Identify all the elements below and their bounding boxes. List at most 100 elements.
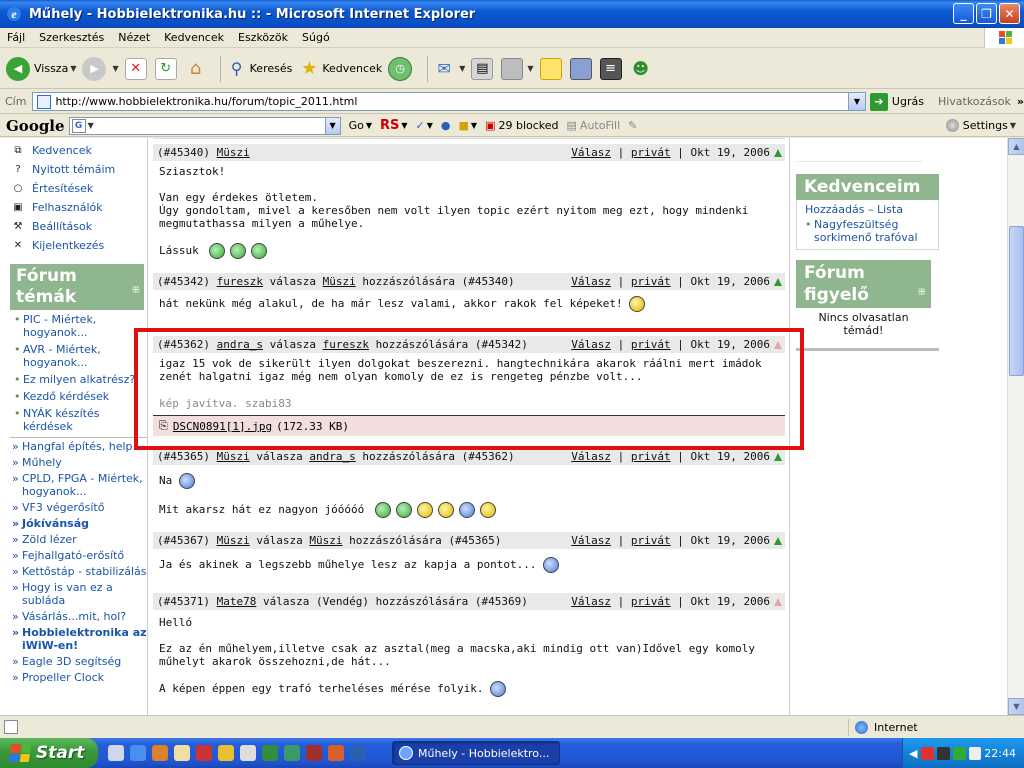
attachment-link[interactable]: DSCN0891[1].jpg — [173, 420, 272, 433]
forum-link[interactable]: Fejhallgató-erősítő — [10, 549, 147, 562]
back-button[interactable]: ◀ Vissza ▼ — [6, 56, 76, 81]
user-menu-notifications[interactable]: ○ Értesítések — [0, 179, 147, 198]
forum-link[interactable]: Jókívánság — [10, 517, 147, 530]
forum-link[interactable]: Műhely — [10, 456, 147, 469]
close-button[interactable]: ✕ — [999, 3, 1020, 24]
settings-quicklaunch-icon[interactable] — [108, 745, 124, 761]
reply-to-id[interactable]: (#45369) — [475, 595, 528, 608]
user-menu-settings[interactable]: ⚒ Beállítások — [0, 217, 147, 236]
forum-link[interactable]: Propeller Clock — [10, 671, 147, 684]
excel-quicklaunch-icon[interactable] — [262, 745, 278, 761]
minimize-button[interactable]: _ — [953, 3, 974, 24]
scroll-thumb[interactable] — [1009, 226, 1024, 376]
favorites-item[interactable]: Nagyfeszültség sorkimenő trafóval — [805, 218, 930, 244]
maximize-button[interactable]: ❐ — [976, 3, 997, 24]
forward-dropdown-icon[interactable]: ▼ — [112, 64, 118, 73]
favorites-button[interactable]: ★ Kedvencek — [298, 58, 382, 80]
vote-up-icon[interactable] — [774, 340, 782, 349]
doc-quicklaunch-icon[interactable] — [174, 745, 190, 761]
rs-icon[interactable]: RS — [380, 118, 399, 133]
pencil-icon[interactable]: ✎ — [628, 119, 637, 132]
google-search-dropdown-icon[interactable]: ▼ — [324, 117, 340, 134]
google-settings-button[interactable]: Settings ▼ — [945, 119, 1016, 132]
spellcheck-dropdown-icon[interactable]: ▼ — [427, 121, 433, 130]
rs-dropdown-icon[interactable]: ▼ — [401, 121, 407, 130]
menu-edit[interactable]: Szerkesztés — [32, 31, 111, 44]
forum-link[interactable]: Hangfal építés, help — [10, 440, 147, 453]
topic-link[interactable]: AVR - Miértek, hogyanok... — [14, 343, 143, 369]
security-zone[interactable]: Internet — [848, 719, 1018, 736]
forum-link[interactable]: Hogy is van ez a subláda — [10, 581, 147, 607]
reply-link[interactable]: Válasz — [571, 534, 611, 547]
topic-link[interactable]: PIC - Miértek, hogyanok... — [14, 313, 143, 339]
discuss-button[interactable] — [539, 57, 564, 80]
post-author[interactable]: andra_s — [217, 338, 263, 351]
reply-to-id[interactable]: (#45340) — [462, 275, 515, 288]
topic-link[interactable]: NYÁK készítés kérdések — [14, 407, 143, 433]
vote-up-icon[interactable] — [774, 536, 782, 545]
post-author[interactable]: fureszk — [217, 275, 263, 288]
vertical-scrollbar[interactable]: ▲ ▼ — [1007, 138, 1024, 715]
forum-link[interactable]: Hobbielektronika az iWiW-en! — [10, 626, 147, 652]
reply-to-id[interactable]: (#45362) — [462, 450, 515, 463]
private-link[interactable]: privát — [631, 275, 671, 288]
zonealarm-icon[interactable] — [921, 746, 935, 760]
mail-dropdown-icon[interactable]: ▼ — [459, 64, 465, 73]
menu-help[interactable]: Súgó — [295, 31, 337, 44]
address-dropdown-icon[interactable]: ▼ — [847, 93, 865, 110]
save-quicklaunch-icon[interactable] — [196, 745, 212, 761]
back-dropdown-icon[interactable]: ▼ — [70, 64, 76, 73]
go-button[interactable]: ➜ Ugrás — [869, 92, 924, 111]
forum-link[interactable]: Eagle 3D segítség — [10, 655, 147, 668]
refresh-button[interactable]: ↻ — [154, 57, 179, 80]
menu-file[interactable]: Fájl — [0, 31, 32, 44]
chevron-right-icon[interactable]: » — [1017, 95, 1024, 108]
reply-link[interactable]: Válasz — [571, 338, 611, 351]
private-link[interactable]: privát — [631, 534, 671, 547]
private-link[interactable]: privát — [631, 338, 671, 351]
favorites-add-link[interactable]: Hozzáadás — [805, 203, 865, 216]
private-link[interactable]: privát — [631, 146, 671, 159]
topic-link[interactable]: Kezdő kérdések — [14, 390, 143, 403]
vote-up-icon[interactable] — [774, 148, 782, 157]
links-toolbar[interactable]: Hivatkozások — [938, 95, 1011, 108]
favorites-list-link[interactable]: Lista — [877, 203, 903, 216]
private-link[interactable]: privát — [631, 595, 671, 608]
scroll-up-icon[interactable]: ▲ — [1008, 138, 1024, 155]
menu-favorites[interactable]: Kedvencek — [157, 31, 231, 44]
powerpoint-quicklaunch-icon[interactable] — [328, 745, 344, 761]
reply-to-user[interactable]: Müszi — [323, 275, 356, 288]
scroll-down-icon[interactable]: ▼ — [1008, 698, 1024, 715]
google-logo[interactable]: Google — [6, 117, 65, 135]
taskbar-window-button[interactable]: Műhely - Hobbielektro... — [392, 741, 560, 765]
google-go-dropdown-icon[interactable]: ▼ — [366, 121, 372, 130]
highlight-dropdown-icon[interactable]: ▼ — [471, 121, 477, 130]
topic-link[interactable]: Ez milyen alkatrész? — [14, 373, 143, 386]
forum-link[interactable]: VF3 végerősítő — [10, 501, 147, 514]
reply-to-id[interactable]: (#45365) — [448, 534, 501, 547]
history-button[interactable]: ◷ — [388, 56, 416, 81]
post-author[interactable]: Müszi — [217, 146, 250, 159]
access-quicklaunch-icon[interactable] — [306, 745, 322, 761]
start-button[interactable]: Start — [0, 738, 98, 768]
post-author[interactable]: Müszi — [217, 534, 250, 547]
popup-blocker-button[interactable]: ▣ 29 blocked — [485, 119, 558, 132]
google-go-button[interactable]: Go — [349, 119, 364, 132]
autofill-button[interactable]: ▤ AutoFill — [567, 119, 621, 132]
forward-button[interactable]: ▶ ▼ — [82, 56, 119, 81]
menu-tools[interactable]: Eszközök — [231, 31, 295, 44]
search-button[interactable]: ⚲ Keresés — [226, 58, 293, 80]
highlight-icon[interactable]: ■ — [459, 119, 469, 132]
page-viewport[interactable]: ⧉ Kedvencek ? Nyitott témáim ○ Értesítés… — [0, 138, 1024, 715]
research-button[interactable] — [569, 57, 594, 80]
vote-up-icon[interactable] — [774, 597, 782, 606]
address-input[interactable]: http://www.hobbielektronika.hu/forum/top… — [32, 92, 866, 111]
reply-to-user[interactable]: Müszi — [309, 534, 342, 547]
mail-button[interactable]: ✉ ▼ — [433, 58, 466, 80]
chat-quicklaunch-icon[interactable] — [240, 745, 256, 761]
home-button[interactable]: ⌂ — [185, 58, 209, 80]
reply-to-user[interactable]: andra_s — [309, 450, 355, 463]
edit-button[interactable]: ▼ — [501, 57, 534, 80]
forum-link[interactable]: Zöld lézer — [10, 533, 147, 546]
spellcheck-icon[interactable]: ✓ — [416, 119, 425, 132]
